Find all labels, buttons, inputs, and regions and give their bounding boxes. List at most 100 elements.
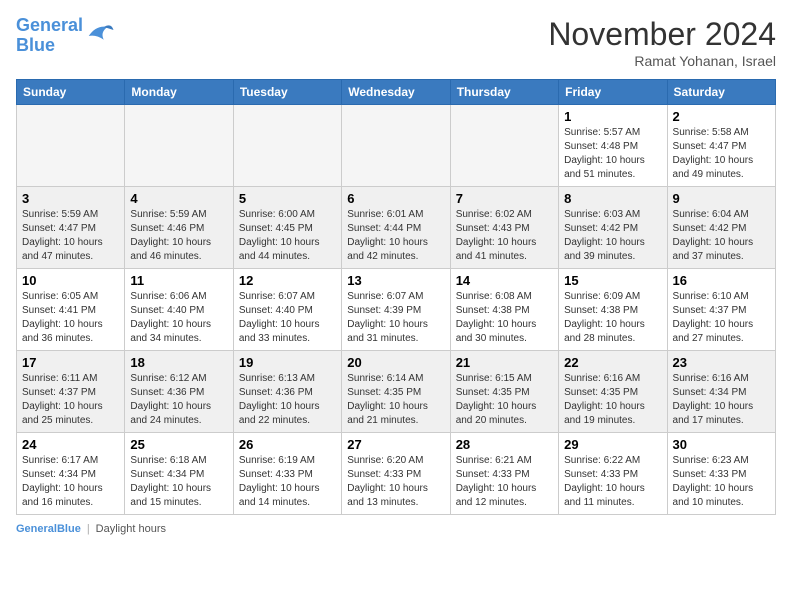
day-cell-1: 1 Sunrise: 5:57 AMSunset: 4:48 PMDaylight… xyxy=(559,105,667,187)
logo: General Blue xyxy=(16,16,115,56)
day-number: 29 xyxy=(564,437,661,452)
day-info: Sunrise: 6:21 AMSunset: 4:33 PMDaylight:… xyxy=(456,454,553,510)
day-cell-6: 6 Sunrise: 6:01 AMSunset: 4:44 PMDaylight… xyxy=(342,187,450,269)
day-cell-9: 9Sunrise: 6:04 AMSunset: 4:42 PMDaylight… xyxy=(667,187,775,269)
day-cell-21: 21 Sunrise: 6:15 AMSunset: 4:35 PMDayligh… xyxy=(450,351,558,433)
day-number: 24 xyxy=(22,437,119,452)
day-info: Sunrise: 6:22 AMSunset: 4:33 PMDaylight:… xyxy=(564,454,661,510)
day-info: Sunrise: 6:11 AMSunset: 4:37 PMDaylight:… xyxy=(22,372,119,428)
day-number: 27 xyxy=(347,437,444,452)
day-cell-empty xyxy=(342,105,450,187)
week-row-3: 10 Sunrise: 6:05 AMSunset: 4:41 PMDayligh… xyxy=(17,269,776,351)
day-info: Sunrise: 6:13 AMSunset: 4:36 PMDaylight:… xyxy=(239,372,336,428)
day-cell-12: 12 Sunrise: 6:07 AMSunset: 4:40 PMDayligh… xyxy=(233,269,341,351)
day-number: 19 xyxy=(239,355,336,370)
day-cell-24: 24 Sunrise: 6:17 AMSunset: 4:34 PMDayligh… xyxy=(17,433,125,515)
day-info: Sunrise: 6:01 AMSunset: 4:44 PMDaylight:… xyxy=(347,208,444,264)
day-cell-14: 14Sunrise: 6:08 AMSunset: 4:38 PMDayligh… xyxy=(450,269,558,351)
column-header-monday: Monday xyxy=(125,80,233,105)
day-cell-5: 5 Sunrise: 6:00 AMSunset: 4:45 PMDaylight… xyxy=(233,187,341,269)
logo-general: General xyxy=(16,15,83,35)
day-cell-27: 27 Sunrise: 6:20 AMSunset: 4:33 PMDayligh… xyxy=(342,433,450,515)
day-cell-30: 30 Sunrise: 6:23 AMSunset: 4:33 PMDayligh… xyxy=(667,433,775,515)
day-info: Sunrise: 6:12 AMSunset: 4:36 PMDaylight:… xyxy=(130,372,227,428)
day-number: 6 xyxy=(347,191,444,206)
logo-blue: Blue xyxy=(16,35,55,55)
day-cell-empty xyxy=(450,105,558,187)
day-info: Sunrise: 5:59 AMSunset: 4:46 PMDaylight:… xyxy=(130,208,227,264)
day-cell-16: 16 Sunrise: 6:10 AMSunset: 4:37 PMDayligh… xyxy=(667,269,775,351)
calendar-table: SundayMondayTuesdayWednesdayThursdayFrid… xyxy=(16,79,776,515)
day-number: 17 xyxy=(22,355,119,370)
day-cell-3: 3 Sunrise: 5:59 AMSunset: 4:47 PMDaylight… xyxy=(17,187,125,269)
column-header-sunday: Sunday xyxy=(17,80,125,105)
column-header-friday: Friday xyxy=(559,80,667,105)
location: Ramat Yohanan, Israel xyxy=(548,53,776,69)
day-info: Sunrise: 5:59 AMSunset: 4:47 PMDaylight:… xyxy=(22,208,119,264)
day-cell-26: 26Sunrise: 6:19 AMSunset: 4:33 PMDayligh… xyxy=(233,433,341,515)
day-info: Sunrise: 6:09 AMSunset: 4:38 PMDaylight:… xyxy=(564,290,661,346)
column-header-thursday: Thursday xyxy=(450,80,558,105)
day-info: Sunrise: 6:17 AMSunset: 4:34 PMDaylight:… xyxy=(22,454,119,510)
day-number: 16 xyxy=(673,273,770,288)
day-cell-empty xyxy=(125,105,233,187)
week-row-5: 24 Sunrise: 6:17 AMSunset: 4:34 PMDayligh… xyxy=(17,433,776,515)
week-row-2: 3 Sunrise: 5:59 AMSunset: 4:47 PMDaylight… xyxy=(17,187,776,269)
calendar-header: SundayMondayTuesdayWednesdayThursdayFrid… xyxy=(17,80,776,105)
day-number: 11 xyxy=(130,273,227,288)
week-row-4: 17 Sunrise: 6:11 AMSunset: 4:37 PMDayligh… xyxy=(17,351,776,433)
day-number: 2 xyxy=(673,109,770,124)
day-cell-28: 28 Sunrise: 6:21 AMSunset: 4:33 PMDayligh… xyxy=(450,433,558,515)
day-info: Sunrise: 6:03 AMSunset: 4:42 PMDaylight:… xyxy=(564,208,661,264)
day-cell-10: 10 Sunrise: 6:05 AMSunset: 4:41 PMDayligh… xyxy=(17,269,125,351)
day-cell-23: 23Sunrise: 6:16 AMSunset: 4:34 PMDayligh… xyxy=(667,351,775,433)
day-cell-13: 13 Sunrise: 6:07 AMSunset: 4:39 PMDayligh… xyxy=(342,269,450,351)
day-number: 18 xyxy=(130,355,227,370)
day-number: 9 xyxy=(673,191,770,206)
logo-text: General Blue xyxy=(16,16,83,56)
day-cell-empty xyxy=(17,105,125,187)
day-cell-17: 17 Sunrise: 6:11 AMSunset: 4:37 PMDayligh… xyxy=(17,351,125,433)
day-info: Sunrise: 6:20 AMSunset: 4:33 PMDaylight:… xyxy=(347,454,444,510)
day-number: 5 xyxy=(239,191,336,206)
day-number: 23 xyxy=(673,355,770,370)
day-cell-20: 20Sunrise: 6:14 AMSunset: 4:35 PMDayligh… xyxy=(342,351,450,433)
column-header-tuesday: Tuesday xyxy=(233,80,341,105)
column-header-wednesday: Wednesday xyxy=(342,80,450,105)
column-header-saturday: Saturday xyxy=(667,80,775,105)
day-number: 28 xyxy=(456,437,553,452)
day-number: 3 xyxy=(22,191,119,206)
day-cell-22: 22Sunrise: 6:16 AMSunset: 4:35 PMDayligh… xyxy=(559,351,667,433)
footer-logo: GeneralBlue xyxy=(16,523,81,535)
day-number: 12 xyxy=(239,273,336,288)
day-cell-4: 4Sunrise: 5:59 AMSunset: 4:46 PMDaylight… xyxy=(125,187,233,269)
day-info: Sunrise: 6:23 AMSunset: 4:33 PMDaylight:… xyxy=(673,454,770,510)
day-info: Sunrise: 6:07 AMSunset: 4:40 PMDaylight:… xyxy=(239,290,336,346)
day-number: 7 xyxy=(456,191,553,206)
footer-daylight-label: Daylight hours xyxy=(96,523,166,535)
day-info: Sunrise: 6:05 AMSunset: 4:41 PMDaylight:… xyxy=(22,290,119,346)
week-row-1: 1 Sunrise: 5:57 AMSunset: 4:48 PMDaylight… xyxy=(17,105,776,187)
day-number: 25 xyxy=(130,437,227,452)
day-number: 8 xyxy=(564,191,661,206)
day-info: Sunrise: 6:00 AMSunset: 4:45 PMDaylight:… xyxy=(239,208,336,264)
day-info: Sunrise: 6:10 AMSunset: 4:37 PMDaylight:… xyxy=(673,290,770,346)
day-cell-19: 19 Sunrise: 6:13 AMSunset: 4:36 PMDayligh… xyxy=(233,351,341,433)
month-title: November 2024 xyxy=(548,16,776,53)
day-info: Sunrise: 6:02 AMSunset: 4:43 PMDaylight:… xyxy=(456,208,553,264)
day-info: Sunrise: 6:19 AMSunset: 4:33 PMDaylight:… xyxy=(239,454,336,510)
day-number: 10 xyxy=(22,273,119,288)
day-info: Sunrise: 6:15 AMSunset: 4:35 PMDaylight:… xyxy=(456,372,553,428)
day-number: 1 xyxy=(564,109,661,124)
day-info: Sunrise: 5:57 AMSunset: 4:48 PMDaylight:… xyxy=(564,126,661,182)
day-number: 14 xyxy=(456,273,553,288)
day-cell-11: 11 Sunrise: 6:06 AMSunset: 4:40 PMDayligh… xyxy=(125,269,233,351)
day-info: Sunrise: 6:14 AMSunset: 4:35 PMDaylight:… xyxy=(347,372,444,428)
day-info: Sunrise: 6:07 AMSunset: 4:39 PMDaylight:… xyxy=(347,290,444,346)
title-block: November 2024 Ramat Yohanan, Israel xyxy=(548,16,776,69)
day-number: 21 xyxy=(456,355,553,370)
day-cell-25: 25Sunrise: 6:18 AMSunset: 4:34 PMDayligh… xyxy=(125,433,233,515)
day-info: Sunrise: 6:06 AMSunset: 4:40 PMDaylight:… xyxy=(130,290,227,346)
day-number: 13 xyxy=(347,273,444,288)
day-number: 30 xyxy=(673,437,770,452)
